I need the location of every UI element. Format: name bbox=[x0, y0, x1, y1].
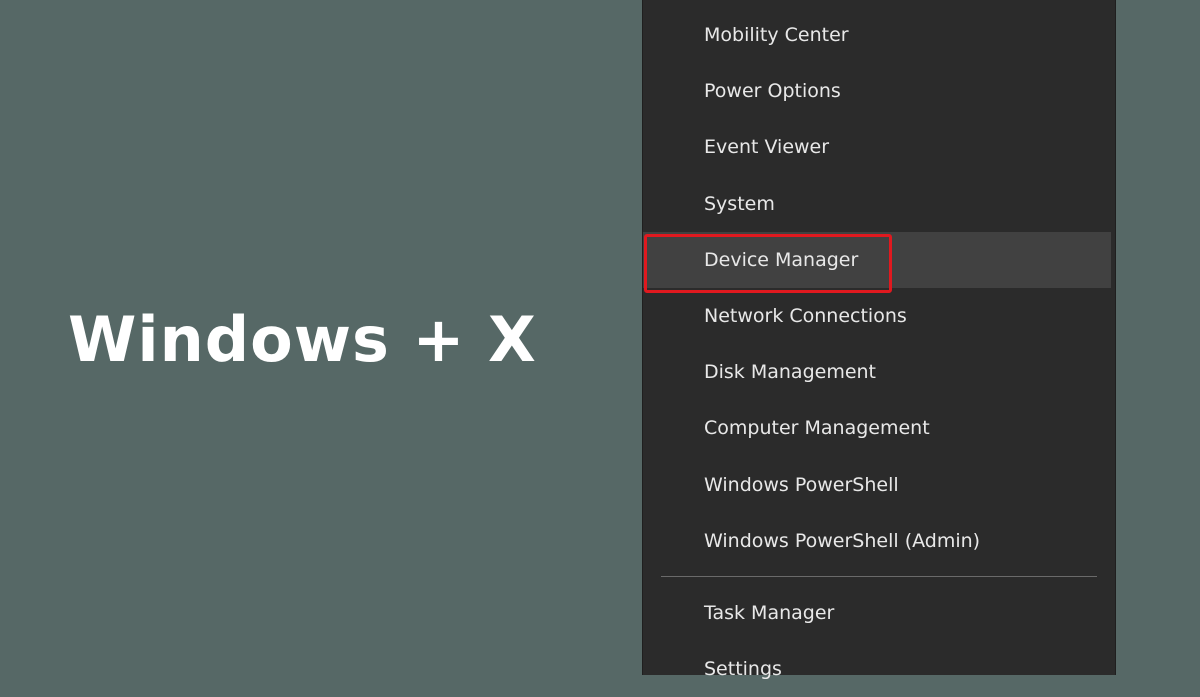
menu-item-device-manager-label: Device Manager bbox=[704, 249, 859, 271]
menu-item-disk-management[interactable]: Disk Management bbox=[643, 344, 1111, 400]
shortcut-title: Windows + X bbox=[68, 303, 537, 376]
menu-item-settings[interactable]: Settings bbox=[643, 641, 1111, 697]
menu-item-power-options[interactable]: Power Options bbox=[643, 63, 1111, 119]
menu-item-device-manager[interactable]: Device Manager bbox=[643, 232, 1111, 293]
menu-item-event-viewer[interactable]: Event Viewer bbox=[643, 119, 1111, 175]
menu-item-task-manager[interactable]: Task Manager bbox=[643, 585, 1111, 641]
menu-item-computer-management[interactable]: Computer Management bbox=[643, 400, 1111, 456]
winx-context-menu: Mobility Center Power Options Event View… bbox=[642, 0, 1116, 680]
menu-item-network-connections[interactable]: Network Connections bbox=[643, 288, 1111, 344]
menu-item-windows-powershell[interactable]: Windows PowerShell bbox=[643, 457, 1111, 513]
menu-item-system[interactable]: System bbox=[643, 176, 1111, 232]
menu-item-windows-powershell-admin[interactable]: Windows PowerShell (Admin) bbox=[643, 513, 1111, 569]
menu-separator bbox=[661, 576, 1097, 577]
menu-item-mobility-center[interactable]: Mobility Center bbox=[643, 7, 1111, 63]
